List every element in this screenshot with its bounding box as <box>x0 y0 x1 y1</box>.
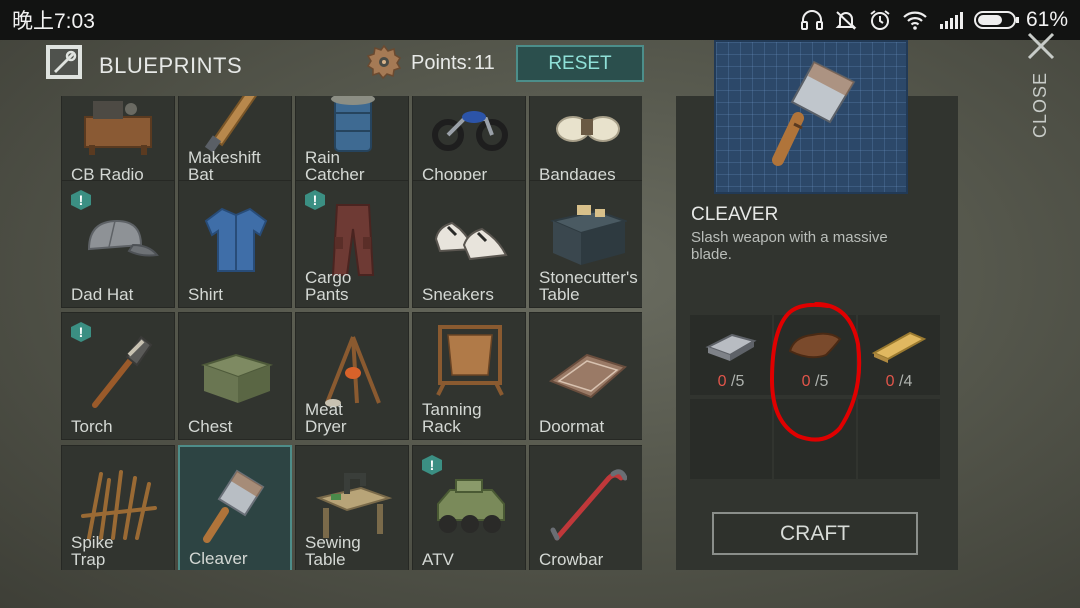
battery-percent: 61% <box>1025 8 1068 31</box>
blueprint-tile-rain-catcher[interactable]: Rain Catcher <box>295 96 409 188</box>
signal-icon <box>939 12 963 29</box>
chest-icon <box>200 353 274 403</box>
close-icon[interactable] <box>1025 30 1057 62</box>
battery-status: 61% <box>973 8 1068 32</box>
blueprint-tile-cargo-pants[interactable]: ! Cargo Pants <box>295 180 409 308</box>
cargo-pants-icon <box>331 204 375 276</box>
tile-label: Dad Hat <box>71 285 134 304</box>
tile-label: Sewing Table <box>305 533 361 569</box>
tile-label: Chest <box>188 417 233 436</box>
material-count: 0 /5 <box>801 373 829 390</box>
materials-grid: 0 /5 0 /5 0 /4 <box>690 315 940 479</box>
item-name: CLEAVER <box>691 204 779 225</box>
tile-label: Sneakers <box>422 285 494 304</box>
tile-label: Cargo Pants <box>305 268 352 304</box>
tanning-rack-icon <box>436 325 504 396</box>
item-description: Slash weapon with a massive blade. <box>691 229 888 263</box>
blueprint-icon <box>46 45 82 79</box>
tile-label: Cleaver <box>189 549 248 568</box>
material-slot[interactable]: 0 /5 <box>690 315 772 395</box>
wood-plank-icon <box>871 331 927 363</box>
crowbar-icon <box>550 469 627 541</box>
material-slot[interactable]: 0 /5 <box>774 315 856 395</box>
stonecutters-table-icon <box>549 205 627 265</box>
status-icons: 61% <box>800 8 1068 32</box>
blueprint-tile-bandages[interactable]: Bandages <box>529 96 642 188</box>
mute-bell-icon <box>835 11 857 30</box>
gear-points-icon <box>366 44 402 80</box>
blueprint-tile-cb-radio[interactable]: CB Radio <box>61 96 175 188</box>
blueprint-tile-atv[interactable]: ! ATV <box>412 445 526 570</box>
doormat-icon <box>548 353 627 399</box>
blueprint-tile-shirt[interactable]: Shirt <box>178 180 292 308</box>
points-label: Points: <box>411 52 473 74</box>
cb-radio-icon <box>84 101 152 155</box>
meat-dryer-icon <box>325 336 381 407</box>
blueprint-preview <box>714 40 908 194</box>
craft-button[interactable]: CRAFT <box>712 512 918 555</box>
tile-label: ATV <box>422 550 454 569</box>
tile-label: Spike Trap <box>71 533 114 569</box>
status-bar: 晚上7:03 61% <box>0 0 1080 40</box>
reset-button[interactable]: RESET <box>516 45 644 82</box>
material-count: 0 /4 <box>885 373 913 390</box>
blueprint-tile-cleaver[interactable]: Cleaver <box>178 445 292 570</box>
tile-label: Tanning Rack <box>422 400 482 436</box>
blueprint-tile-chopper[interactable]: Chopper <box>412 96 526 188</box>
blueprint-tile-tanning-rack[interactable]: Tanning Rack <box>412 312 526 440</box>
material-slot-empty <box>858 399 940 479</box>
blueprint-tile-meat-dryer[interactable]: Meat Dryer <box>295 312 409 440</box>
status-time: 晚上7:03 <box>12 10 95 33</box>
atv-icon <box>437 479 505 533</box>
tile-label: Crowbar <box>539 550 604 569</box>
headset-icon <box>800 10 823 30</box>
leather-icon <box>788 332 842 359</box>
material-count: 0 /5 <box>717 373 745 390</box>
torch-icon <box>92 335 153 408</box>
blueprint-tile-stonecutters-table[interactable]: Stonecutter's Table <box>529 180 642 308</box>
tile-label: Shirt <box>188 285 223 304</box>
chopper-icon <box>432 111 508 151</box>
tile-label: Doormat <box>539 417 605 436</box>
material-slot[interactable]: 0 /4 <box>858 315 940 395</box>
bandages-icon <box>556 116 620 142</box>
alarm-icon <box>870 10 890 30</box>
points-value: 11 <box>474 52 495 74</box>
material-slot-empty <box>774 399 856 479</box>
blueprint-grid: CB Radio Makeshift Bat Rain Catcher Chop… <box>60 96 642 570</box>
blueprint-tile-crowbar[interactable]: Crowbar <box>529 445 642 570</box>
tile-label: Torch <box>71 417 113 436</box>
blueprint-tile-sneakers[interactable]: Sneakers <box>412 180 526 308</box>
dad-hat-icon <box>87 219 159 257</box>
blueprint-tile-makeshift-bat[interactable]: Makeshift Bat <box>178 96 292 188</box>
material-slot-empty <box>690 399 772 479</box>
blueprint-tile-doormat[interactable]: Doormat <box>529 312 642 440</box>
cleaver-icon <box>772 60 856 166</box>
blueprint-tile-spike-trap[interactable]: Spike Trap <box>61 445 175 570</box>
blueprint-tile-dad-hat[interactable]: ! Dad Hat <box>61 180 175 308</box>
shirt-icon <box>204 207 268 272</box>
blueprint-tile-torch[interactable]: ! Torch <box>61 312 175 440</box>
close-button[interactable]: CLOSE <box>1030 72 1051 138</box>
spike-trap-icon <box>81 470 157 540</box>
cleaver-icon <box>203 469 265 543</box>
wifi-icon <box>903 11 927 30</box>
tile-label: Stonecutter's Table <box>539 268 638 304</box>
iron-bar-icon <box>705 333 757 361</box>
sewing-table-icon <box>315 473 393 538</box>
blueprint-tile-chest[interactable]: Chest <box>178 312 292 440</box>
tile-label: Rain Catcher <box>305 148 365 184</box>
tile-label: Meat Dryer <box>305 400 347 436</box>
sneakers-icon <box>434 221 508 261</box>
tile-label: Makeshift Bat <box>188 148 261 184</box>
page-title: BLUEPRINTS <box>99 53 243 78</box>
battery-icon <box>973 11 1019 29</box>
blueprint-tile-sewing-table[interactable]: Sewing Table <box>295 445 409 570</box>
